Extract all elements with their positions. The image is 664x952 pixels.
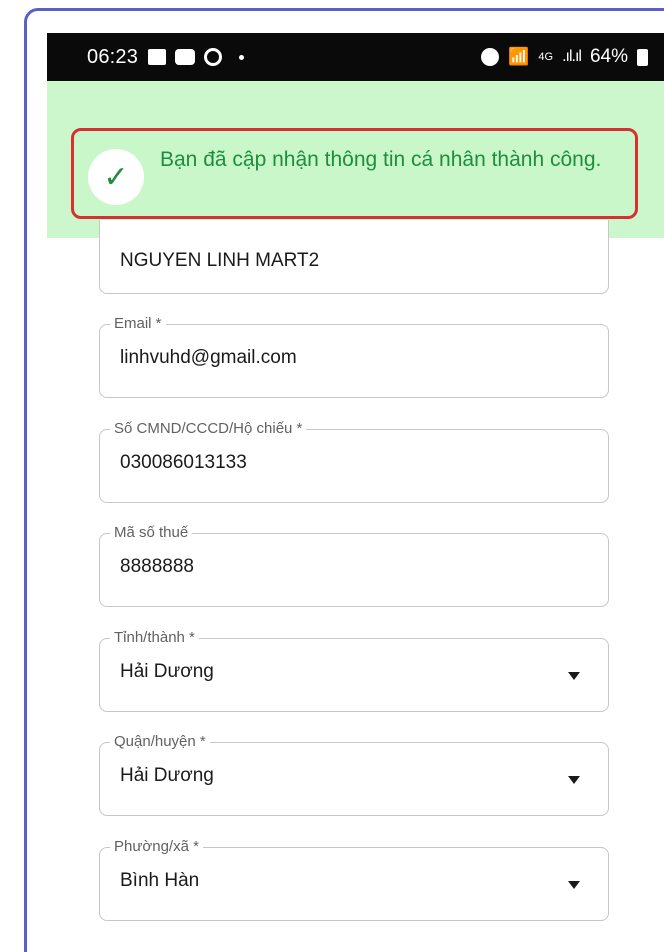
toast-message: Bạn đã cập nhận thông tin cá nhân thành … (160, 148, 602, 171)
name-field[interactable]: NGUYEN LINH MART2 (99, 220, 609, 294)
tax-code-value: 8888888 (120, 556, 194, 577)
province-select[interactable]: Tỉnh/thành * Hải Dương (99, 629, 609, 712)
ward-label: Phường/xã * (110, 838, 203, 856)
province-label: Tỉnh/thành * (110, 629, 199, 647)
email-label: Email * (110, 315, 166, 333)
battery-icon (637, 48, 648, 66)
district-value: Hải Dương (120, 765, 214, 786)
district-select[interactable]: Quận/huyện * Hải Dương (99, 733, 609, 816)
success-toast[interactable]: ✓ Bạn đã cập nhận thông tin cá nhân thàn… (71, 128, 638, 219)
province-value: Hải Dương (120, 661, 214, 682)
chrome-icon (204, 48, 223, 66)
gallery-icon (148, 49, 167, 65)
check-icon: ✓ (88, 149, 144, 205)
network-type: 4G (538, 51, 554, 63)
signal-icon: .ıl.ıl (562, 48, 582, 65)
id-number-value: 030086013133 (120, 452, 247, 473)
chevron-down-icon[interactable] (568, 672, 580, 680)
email-field[interactable]: Email * linhvuhd@gmail.com (99, 315, 609, 398)
chevron-down-icon[interactable] (568, 881, 580, 889)
email-value: linhvuhd@gmail.com (120, 347, 297, 368)
status-bar: 06:23 📶 4G .ıl.ıl 64% (47, 33, 664, 81)
system-icons: 📶 4G .ıl.ıl 64% (481, 46, 648, 68)
tax-code-field[interactable]: Mã số thuế 8888888 (99, 524, 609, 607)
alarm-icon (481, 48, 500, 66)
district-label: Quận/huyện * (110, 733, 210, 751)
chevron-down-icon[interactable] (568, 776, 580, 784)
id-number-label: Số CMND/CCCD/Hộ chiếu * (110, 420, 307, 438)
dot-icon (239, 54, 245, 60)
zalo-icon (175, 49, 196, 65)
ward-select[interactable]: Phường/xã * Bình Hàn (99, 838, 609, 921)
name-value: NGUYEN LINH MART2 (120, 250, 320, 271)
ward-value: Bình Hàn (120, 870, 200, 891)
battery-percent: 64% (589, 46, 628, 67)
wifi-icon: 📶 (508, 47, 530, 66)
id-number-field[interactable]: Số CMND/CCCD/Hộ chiếu * 030086013133 (99, 420, 609, 503)
notification-icons (148, 48, 245, 66)
status-time: 06:23 (87, 45, 139, 68)
tax-code-label: Mã số thuế (110, 524, 193, 542)
